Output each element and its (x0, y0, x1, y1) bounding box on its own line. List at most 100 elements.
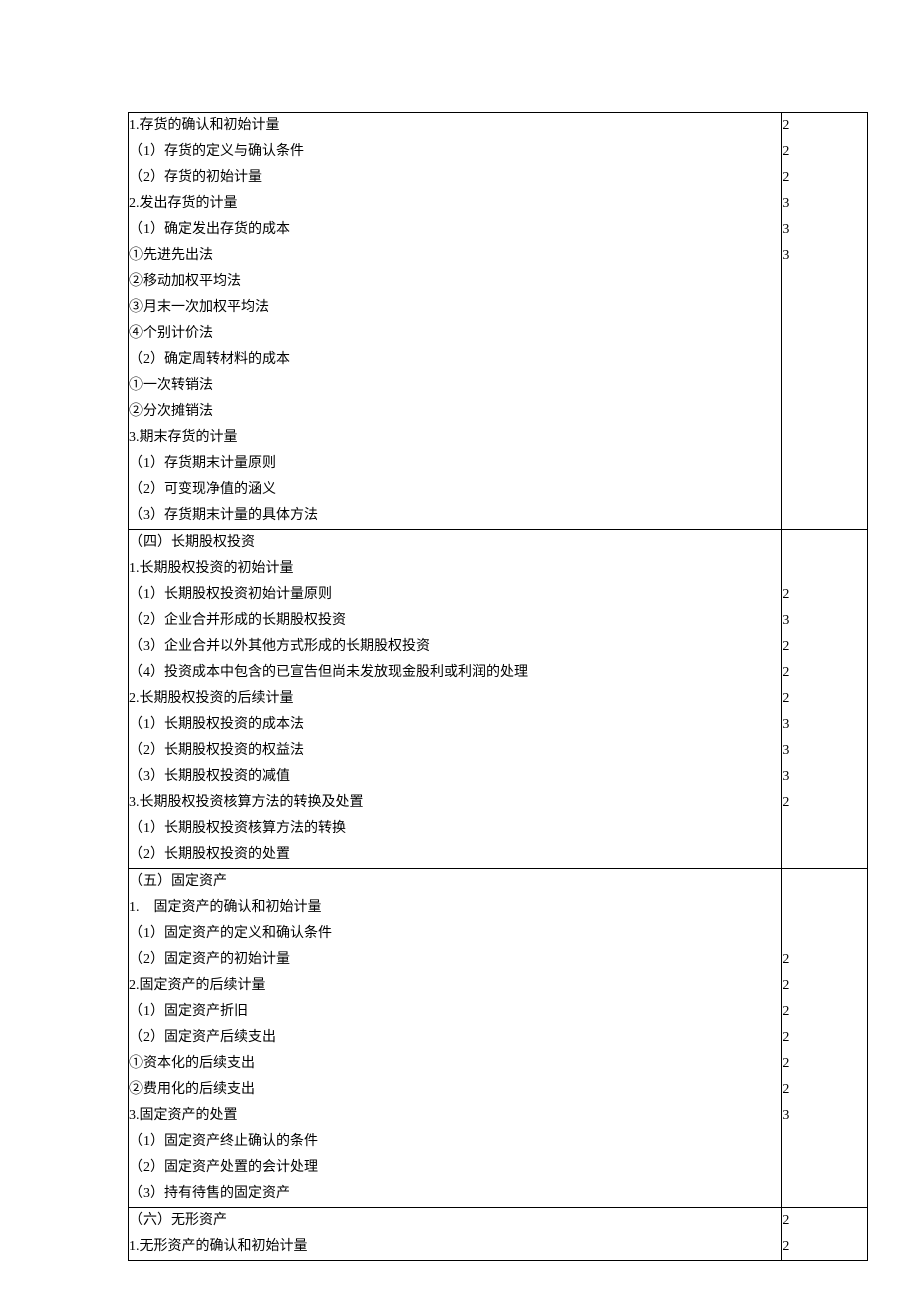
outline-text-cell: （1）固定资产终止确认的条件 (129, 1129, 782, 1155)
table-row: （3）企业合并以外其他方式形成的长期股权投资2 (129, 634, 868, 660)
table-row: （1）长期股权投资核算方法的转换 (129, 816, 868, 842)
table-row: （2）长期股权投资的权益法3 (129, 738, 868, 764)
value-cell (782, 295, 868, 321)
table-row: ②分次摊销法 (129, 399, 868, 425)
table-row: 1.存货的确认和初始计量2 (129, 113, 868, 140)
outline-text-cell: 2.发出存货的计量 (129, 191, 782, 217)
outline-text-cell: （1）存货期末计量原则 (129, 451, 782, 477)
outline-text-cell: （1）长期股权投资的成本法 (129, 712, 782, 738)
table-row: 1.无形资产的确认和初始计量2 (129, 1234, 868, 1261)
table-row: 1.长期股权投资的初始计量 (129, 556, 868, 582)
table-row: 2.发出存货的计量3 (129, 191, 868, 217)
outline-table: 1.存货的确认和初始计量2（1）存货的定义与确认条件2（2）存货的初始计量22.… (128, 112, 868, 1261)
table-row: ④个别计价法 (129, 321, 868, 347)
value-cell: 3 (782, 738, 868, 764)
outline-text-cell: （1）存货的定义与确认条件 (129, 139, 782, 165)
value-cell: 2 (782, 1025, 868, 1051)
table-row: （1）长期股权投资初始计量原则2 (129, 582, 868, 608)
table-row: 2.固定资产的后续计量2 (129, 973, 868, 999)
outline-text-cell: ②分次摊销法 (129, 399, 782, 425)
table-body: 1.存货的确认和初始计量2（1）存货的定义与确认条件2（2）存货的初始计量22.… (129, 113, 868, 1261)
table-row: ②费用化的后续支出2 (129, 1077, 868, 1103)
outline-text-cell: ④个别计价法 (129, 321, 782, 347)
value-cell (782, 399, 868, 425)
table-row: ①一次转销法 (129, 373, 868, 399)
table-row: （2）存货的初始计量2 (129, 165, 868, 191)
table-row: （2）固定资产处置的会计处理 (129, 1155, 868, 1181)
value-cell: 2 (782, 686, 868, 712)
outline-text-cell: 1. 固定资产的确认和初始计量 (129, 895, 782, 921)
value-cell (782, 842, 868, 869)
value-cell: 3 (782, 191, 868, 217)
table-row: （1）存货期末计量原则 (129, 451, 868, 477)
table-row: （2）企业合并形成的长期股权投资3 (129, 608, 868, 634)
value-cell (782, 347, 868, 373)
outline-text-cell: （2）可变现净值的涵义 (129, 477, 782, 503)
outline-text-cell: 3.长期股权投资核算方法的转换及处置 (129, 790, 782, 816)
outline-text-cell: （五）固定资产 (129, 869, 782, 896)
outline-text-cell: （2）确定周转材料的成本 (129, 347, 782, 373)
value-cell: 2 (782, 139, 868, 165)
outline-text-cell: （2）长期股权投资的权益法 (129, 738, 782, 764)
outline-text-cell: 2.长期股权投资的后续计量 (129, 686, 782, 712)
table-row: （四）长期股权投资 (129, 530, 868, 557)
outline-text-cell: （2）企业合并形成的长期股权投资 (129, 608, 782, 634)
value-cell: 2 (782, 660, 868, 686)
outline-text-cell: （2）存货的初始计量 (129, 165, 782, 191)
table-row: ①先进先出法3 (129, 243, 868, 269)
value-cell: 2 (782, 1208, 868, 1235)
outline-text-cell: （3）长期股权投资的减值 (129, 764, 782, 790)
outline-text-cell: （3）持有待售的固定资产 (129, 1181, 782, 1208)
outline-text-cell: 2.固定资产的后续计量 (129, 973, 782, 999)
value-cell (782, 451, 868, 477)
value-cell: 3 (782, 243, 868, 269)
table-row: 2.长期股权投资的后续计量2 (129, 686, 868, 712)
value-cell: 3 (782, 217, 868, 243)
outline-text-cell: ③月末一次加权平均法 (129, 295, 782, 321)
value-cell: 2 (782, 1234, 868, 1261)
outline-text-cell: ②移动加权平均法 (129, 269, 782, 295)
value-cell: 2 (782, 999, 868, 1025)
value-cell: 3 (782, 764, 868, 790)
table-row: （2）长期股权投资的处置 (129, 842, 868, 869)
table-row: （4）投资成本中包含的已宣告但尚未发放现金股利或利润的处理2 (129, 660, 868, 686)
outline-text-cell: （1）确定发出存货的成本 (129, 217, 782, 243)
outline-text-cell: 3.期末存货的计量 (129, 425, 782, 451)
table-row: （1）存货的定义与确认条件2 (129, 139, 868, 165)
outline-text-cell: （3）企业合并以外其他方式形成的长期股权投资 (129, 634, 782, 660)
value-cell (782, 1181, 868, 1208)
table-row: （3）持有待售的固定资产 (129, 1181, 868, 1208)
table-row: 3.长期股权投资核算方法的转换及处置2 (129, 790, 868, 816)
value-cell: 2 (782, 790, 868, 816)
outline-text-cell: （3）存货期末计量的具体方法 (129, 503, 782, 530)
table-row: （1）固定资产终止确认的条件 (129, 1129, 868, 1155)
value-cell (782, 373, 868, 399)
table-row: （1）长期股权投资的成本法3 (129, 712, 868, 738)
outline-text-cell: 1.存货的确认和初始计量 (129, 113, 782, 140)
table-row: （1）确定发出存货的成本3 (129, 217, 868, 243)
outline-text-cell: ①先进先出法 (129, 243, 782, 269)
value-cell (782, 895, 868, 921)
value-cell: 2 (782, 1051, 868, 1077)
value-cell: 2 (782, 582, 868, 608)
outline-text-cell: （1）长期股权投资核算方法的转换 (129, 816, 782, 842)
value-cell: 2 (782, 947, 868, 973)
value-cell (782, 816, 868, 842)
table-row: （2）固定资产的初始计量2 (129, 947, 868, 973)
value-cell (782, 530, 868, 557)
outline-text-cell: （2）长期股权投资的处置 (129, 842, 782, 869)
table-row: 1. 固定资产的确认和初始计量 (129, 895, 868, 921)
value-cell: 2 (782, 1077, 868, 1103)
table-row: （1）固定资产折旧2 (129, 999, 868, 1025)
table-row: ②移动加权平均法 (129, 269, 868, 295)
outline-text-cell: （2）固定资产后续支出 (129, 1025, 782, 1051)
value-cell (782, 425, 868, 451)
value-cell: 3 (782, 608, 868, 634)
outline-text-cell: ①资本化的后续支出 (129, 1051, 782, 1077)
table-row: （3）长期股权投资的减值3 (129, 764, 868, 790)
outline-text-cell: （四）长期股权投资 (129, 530, 782, 557)
value-cell (782, 269, 868, 295)
outline-text-cell: （4）投资成本中包含的已宣告但尚未发放现金股利或利润的处理 (129, 660, 782, 686)
outline-text-cell: ②费用化的后续支出 (129, 1077, 782, 1103)
outline-text-cell: （六）无形资产 (129, 1208, 782, 1235)
